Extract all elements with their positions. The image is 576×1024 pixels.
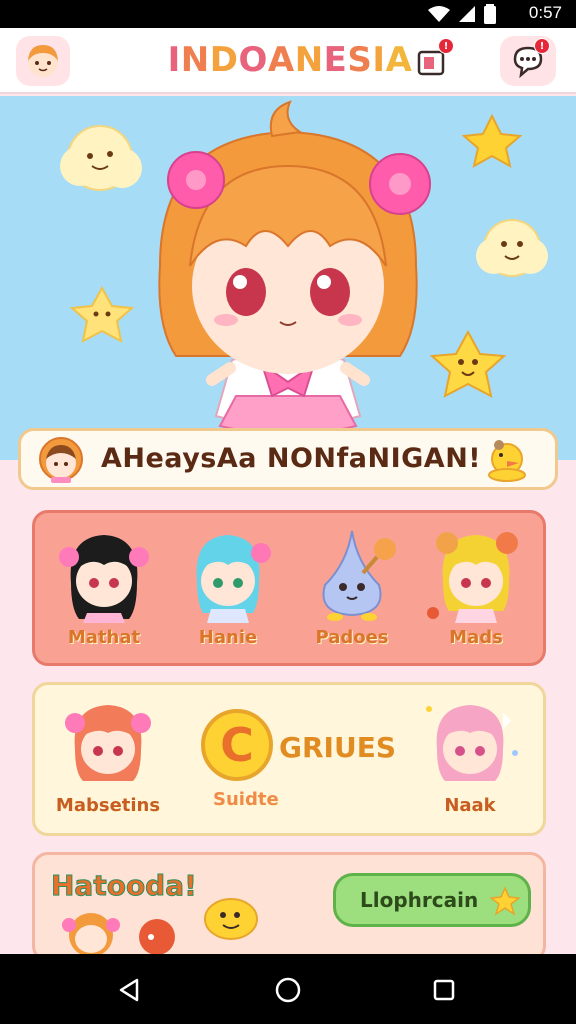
back-triangle-icon <box>119 978 139 1002</box>
star-top-right <box>461 113 523 168</box>
title-letter: D <box>209 40 239 80</box>
character-avatar <box>59 535 149 623</box>
home-button[interactable] <box>268 970 308 1010</box>
messages-badge: ! <box>534 38 550 54</box>
title-letter: A <box>267 40 295 80</box>
star-icon <box>490 886 520 916</box>
cta-label: Llophrcain <box>360 888 479 912</box>
cta-button[interactable]: Llophrcain <box>333 873 531 927</box>
title-letter: O <box>238 40 268 80</box>
featured-promo-card[interactable]: C GRIUES Suidte <box>195 705 396 810</box>
user-avatar-icon <box>39 437 83 483</box>
character-card[interactable]: Mathat <box>49 523 159 648</box>
character-label: Mathat <box>67 627 141 648</box>
duck-mascot-icon <box>488 440 526 482</box>
bottom-panel: Hatooda! Llophrcain <box>32 852 546 962</box>
promo-logo-letter: C <box>220 718 254 772</box>
signal-icon <box>459 6 475 22</box>
character-label: Mabsetins <box>55 795 161 816</box>
star-right <box>429 329 507 398</box>
title-letter: N <box>294 40 324 80</box>
mascot-character <box>158 100 431 435</box>
notifications-button[interactable]: ! <box>404 36 460 86</box>
featured-character-card[interactable]: Mabsetins <box>53 693 163 816</box>
system-nav-bar <box>0 954 576 1024</box>
featured-character-card[interactable]: Naak <box>415 693 525 816</box>
hero-illustration <box>60 100 548 435</box>
banner-text: Hatooda! <box>51 869 197 902</box>
recents-button[interactable] <box>424 970 464 1010</box>
banner-illustration: Hatooda! <box>51 869 258 957</box>
app-header: INDOANESIA ! ! <box>0 28 576 94</box>
character-card[interactable]: Padoes <box>297 523 407 648</box>
character-avatar <box>322 530 396 621</box>
status-time: 0:57 <box>528 3 562 22</box>
character-label: Hanie <box>198 627 258 648</box>
notifications-badge: ! <box>438 38 454 54</box>
title-letter: I <box>167 40 181 80</box>
avatar-icon <box>28 45 58 77</box>
home-circle-icon <box>275 977 301 1003</box>
character-avatar <box>427 532 518 623</box>
welcome-banner: AHeaysAa NONfaNIGAN! <box>18 428 558 490</box>
promo-logo-icon: C GRIUES <box>201 709 396 781</box>
promo-subtitle: Suidte <box>213 789 279 810</box>
cloud-left <box>60 125 142 191</box>
character-label: Mads <box>449 627 503 648</box>
profile-avatar-button[interactable] <box>16 36 70 86</box>
hero-banner <box>0 96 576 460</box>
character-card[interactable]: Mads <box>421 523 531 648</box>
character-avatar <box>65 705 151 781</box>
star-left <box>69 285 135 343</box>
title-letter: I <box>372 40 386 80</box>
character-avatar <box>426 705 518 781</box>
back-button[interactable] <box>110 970 150 1010</box>
character-label: Padoes <box>315 627 389 648</box>
status-icons <box>428 4 496 24</box>
characters-panel: Mathat Hanie Padoes Mads <box>32 510 546 666</box>
title-letter: S <box>347 40 373 80</box>
messages-button[interactable]: ! <box>500 36 556 86</box>
cloud-right <box>476 219 548 277</box>
character-card[interactable]: Hanie <box>173 523 283 648</box>
featured-panel: Mabsetins C GRIUES Suidte Naak <box>32 682 546 836</box>
welcome-text: AHeaysAa NONfaNIGAN! <box>101 443 482 474</box>
wifi-icon <box>428 6 450 22</box>
character-label: Naak <box>444 795 496 816</box>
status-bar: 0:57 <box>0 0 576 28</box>
title-letter: N <box>180 40 210 80</box>
character-avatar <box>196 535 271 623</box>
promo-title: GRIUES <box>279 731 395 764</box>
battery-icon <box>484 4 496 24</box>
title-letter: E <box>323 40 348 80</box>
recents-square-icon <box>433 979 455 1001</box>
